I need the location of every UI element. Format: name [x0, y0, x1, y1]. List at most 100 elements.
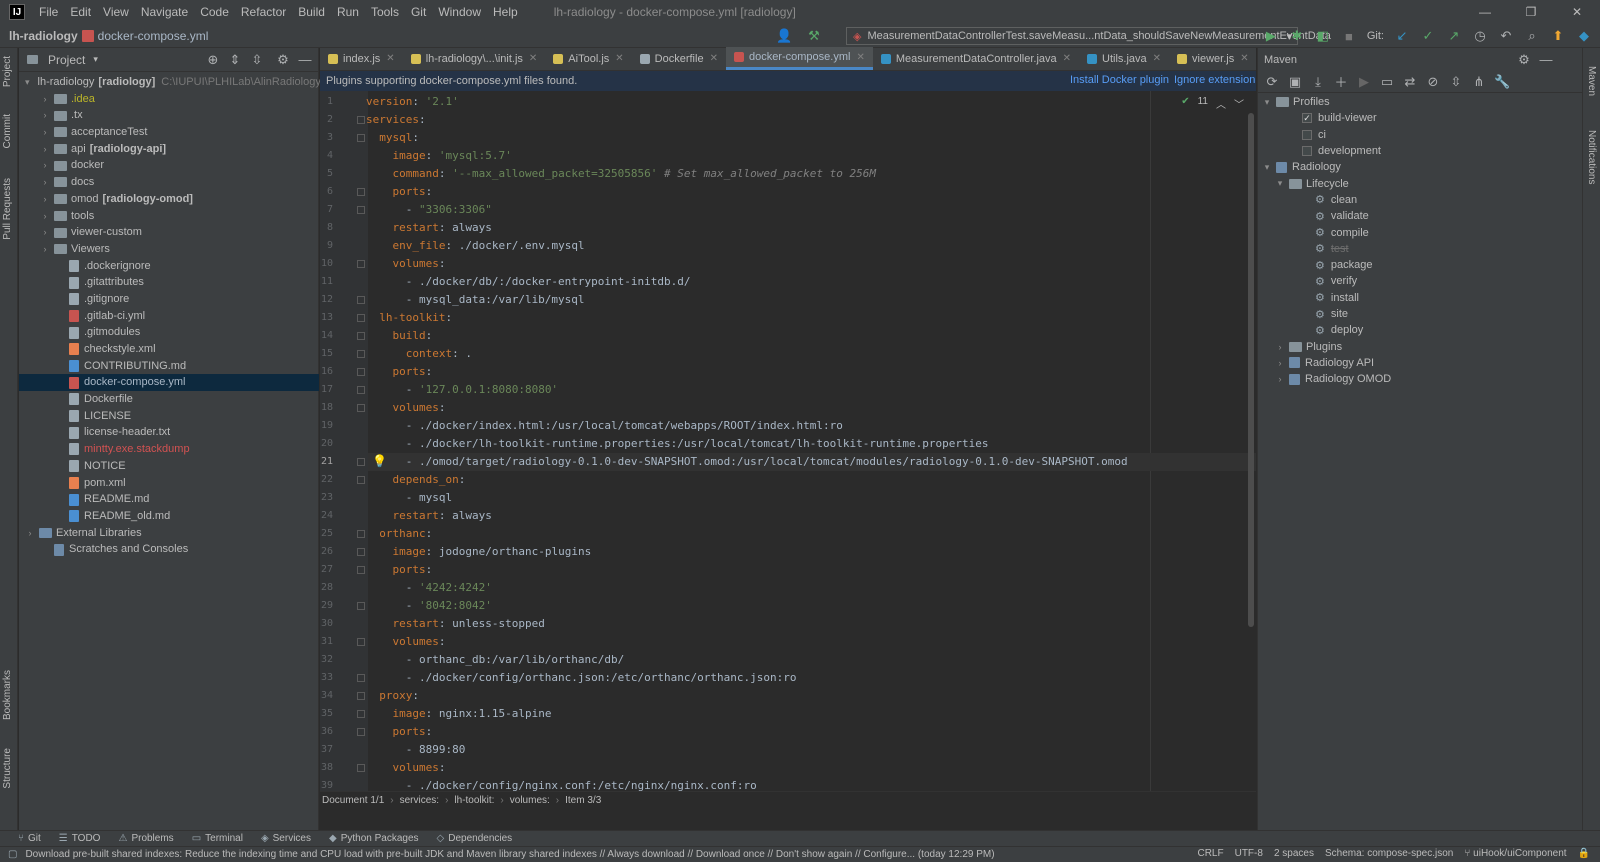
update-icon[interactable]: ⬆ — [1550, 28, 1566, 44]
add-icon[interactable]: ＋ — [1333, 72, 1349, 91]
maven-goal[interactable]: ⚙ site — [1262, 306, 1580, 322]
fold-marker-icon[interactable] — [357, 458, 365, 466]
toggle-offline-icon[interactable]: ▭ — [1379, 74, 1395, 90]
chevron-down-icon[interactable]: ▾ — [93, 54, 98, 65]
show-dependencies-icon[interactable]: ⋔ — [1471, 74, 1487, 90]
menu-window[interactable]: Window — [432, 5, 487, 19]
tool-tab-bookmarks[interactable]: Bookmarks — [2, 670, 13, 720]
install-docker-plugin-link[interactable]: Install Docker plugin — [1070, 74, 1169, 86]
tree-folder[interactable]: › External Libraries — [19, 525, 319, 542]
chevron-right-icon[interactable]: › — [40, 91, 50, 108]
chevron-down-icon[interactable]: ▾ — [1262, 162, 1272, 173]
indent-widget[interactable]: 2 spaces — [1274, 848, 1314, 859]
expand-all-icon[interactable]: ⇕ — [227, 52, 243, 68]
fold-marker-icon[interactable] — [357, 188, 365, 196]
tree-file[interactable]: Scratches and Consoles — [19, 541, 319, 558]
maven-profile[interactable]: ci — [1262, 127, 1580, 143]
close-icon[interactable]: ✕ — [386, 53, 394, 64]
breadcrumb-item[interactable]: Item 3/3 — [565, 795, 601, 806]
chevron-right-icon[interactable]: › — [25, 525, 35, 542]
maven-goal[interactable]: ⚙ compile — [1262, 224, 1580, 240]
next-highlight-icon[interactable]: ﹀ — [1234, 96, 1244, 111]
tree-file[interactable]: mintty.exe.stackdump — [19, 441, 319, 458]
fold-marker-icon[interactable] — [357, 350, 365, 358]
editor-tab[interactable]: AiTool.js ✕ — [545, 47, 631, 70]
nav-file[interactable]: docker-compose.yml — [81, 29, 208, 43]
close-icon[interactable]: ✕ — [856, 52, 864, 63]
maven-node[interactable]: ▾ Lifecycle — [1262, 175, 1580, 191]
build-hammer-icon[interactable]: ⚒ — [806, 28, 822, 44]
stop-icon[interactable]: ■ — [1341, 29, 1357, 44]
tree-file[interactable]: checkstyle.xml — [19, 341, 319, 358]
tree-file[interactable]: pom.xml — [19, 475, 319, 492]
chevron-right-icon[interactable]: › — [1275, 374, 1285, 384]
maven-goal[interactable]: ⚙ install — [1262, 290, 1580, 306]
schema-widget[interactable]: Schema: compose-spec.json — [1325, 848, 1453, 859]
skip-icon[interactable]: ⇄ — [1402, 74, 1418, 90]
git-push-icon[interactable]: ↗ — [1446, 28, 1462, 44]
line-separator-widget[interactable]: CRLF — [1197, 848, 1223, 859]
editor-tab[interactable]: MeasurementDataController.java ✕ — [873, 47, 1079, 70]
maven-goal[interactable]: ⚙ deploy — [1262, 322, 1580, 338]
editor-tab[interactable]: docker-compose.yml ✕ — [725, 47, 873, 70]
tree-folder[interactable]: › docker — [19, 157, 319, 174]
chevron-right-icon[interactable]: › — [40, 191, 50, 208]
inspection-widget[interactable]: ✔ 11 ︿ ﹀ — [1181, 96, 1244, 111]
checkbox[interactable] — [1302, 129, 1312, 140]
fold-marker-icon[interactable] — [357, 206, 365, 214]
menu-run[interactable]: Run — [331, 5, 365, 19]
reload-icon[interactable]: ⟳ — [1264, 74, 1280, 90]
previous-highlight-icon[interactable]: ︿ — [1216, 96, 1226, 111]
tree-folder[interactable]: › api [radiology-api] — [19, 141, 319, 158]
debug-icon[interactable]: ✱ — [1289, 28, 1305, 44]
bottom-tab-services[interactable]: ◈ Services — [261, 833, 311, 844]
fold-marker-icon[interactable] — [357, 728, 365, 736]
breadcrumb-item[interactable]: lh-toolkit: — [454, 795, 494, 806]
fold-marker-icon[interactable] — [357, 332, 365, 340]
tree-file[interactable]: .gitattributes — [19, 274, 319, 291]
skip-tests-icon[interactable]: ⊘ — [1425, 74, 1441, 90]
nav-project[interactable]: lh-radiology — [0, 29, 82, 43]
tree-folder[interactable]: › .idea — [19, 91, 319, 108]
tree-folder[interactable]: › docs — [19, 174, 319, 191]
fold-marker-icon[interactable] — [357, 476, 365, 484]
tree-file[interactable]: .dockerignore — [19, 258, 319, 275]
fold-marker-icon[interactable] — [357, 638, 365, 646]
status-message[interactable]: Download pre-built shared indexes: Reduc… — [25, 849, 994, 860]
fold-marker-icon[interactable] — [357, 296, 365, 304]
tree-file[interactable]: .gitignore — [19, 291, 319, 308]
close-icon[interactable]: ✕ — [529, 53, 537, 64]
search-icon[interactable]: ⌕ — [1524, 28, 1540, 44]
tree-file[interactable]: docker-compose.yml — [19, 374, 319, 392]
maximize-button[interactable]: ❐ — [1508, 0, 1554, 24]
gear-icon[interactable]: ⚙ — [1516, 52, 1532, 68]
lock-icon[interactable]: 🔒 — [1578, 848, 1590, 859]
chevron-right-icon[interactable]: › — [40, 224, 50, 241]
bottom-tab-problems[interactable]: ⚠ Problems — [118, 833, 173, 844]
maven-node[interactable]: ▾ Radiology — [1262, 159, 1580, 175]
chevron-down-icon[interactable]: ▾ — [1262, 97, 1272, 108]
intention-bulb-icon[interactable]: 💡 — [372, 454, 387, 468]
fold-marker-icon[interactable] — [357, 368, 365, 376]
user-icon[interactable]: 👤 — [776, 28, 792, 44]
tree-file[interactable]: LICENSE — [19, 408, 319, 425]
maven-profile[interactable]: development — [1262, 143, 1580, 159]
rollback-icon[interactable]: ↶ — [1498, 28, 1514, 44]
maven-goal[interactable]: ⚙ package — [1262, 257, 1580, 273]
maven-goal[interactable]: ⚙ test — [1262, 241, 1580, 257]
chevron-right-icon[interactable]: › — [40, 107, 50, 124]
fold-marker-icon[interactable] — [357, 566, 365, 574]
editor-tab[interactable]: Dockerfile ✕ — [632, 47, 726, 70]
menu-help[interactable]: Help — [487, 5, 524, 19]
fold-marker-icon[interactable] — [357, 404, 365, 412]
run-configuration-dropdown[interactable]: ◈ MeasurementDataControllerTest.saveMeas… — [846, 27, 1331, 45]
hide-panel-icon[interactable]: — — [297, 52, 313, 67]
tree-file[interactable]: README.md — [19, 491, 319, 508]
code-editor[interactable]: 1 2 3 4 5 6 7 8 9 10 11 12 13 14 15 16 17 18 19 20 21 22 23 24 2… — [320, 91, 1256, 791]
breadcrumb-item[interactable]: services: — [400, 795, 439, 806]
chevron-right-icon[interactable]: › — [1275, 358, 1285, 368]
ignore-extension-link[interactable]: Ignore extension — [1174, 74, 1255, 86]
close-icon[interactable]: ✕ — [1063, 53, 1071, 64]
encoding-widget[interactable]: UTF-8 — [1235, 848, 1263, 859]
fold-marker-icon[interactable] — [357, 134, 365, 142]
